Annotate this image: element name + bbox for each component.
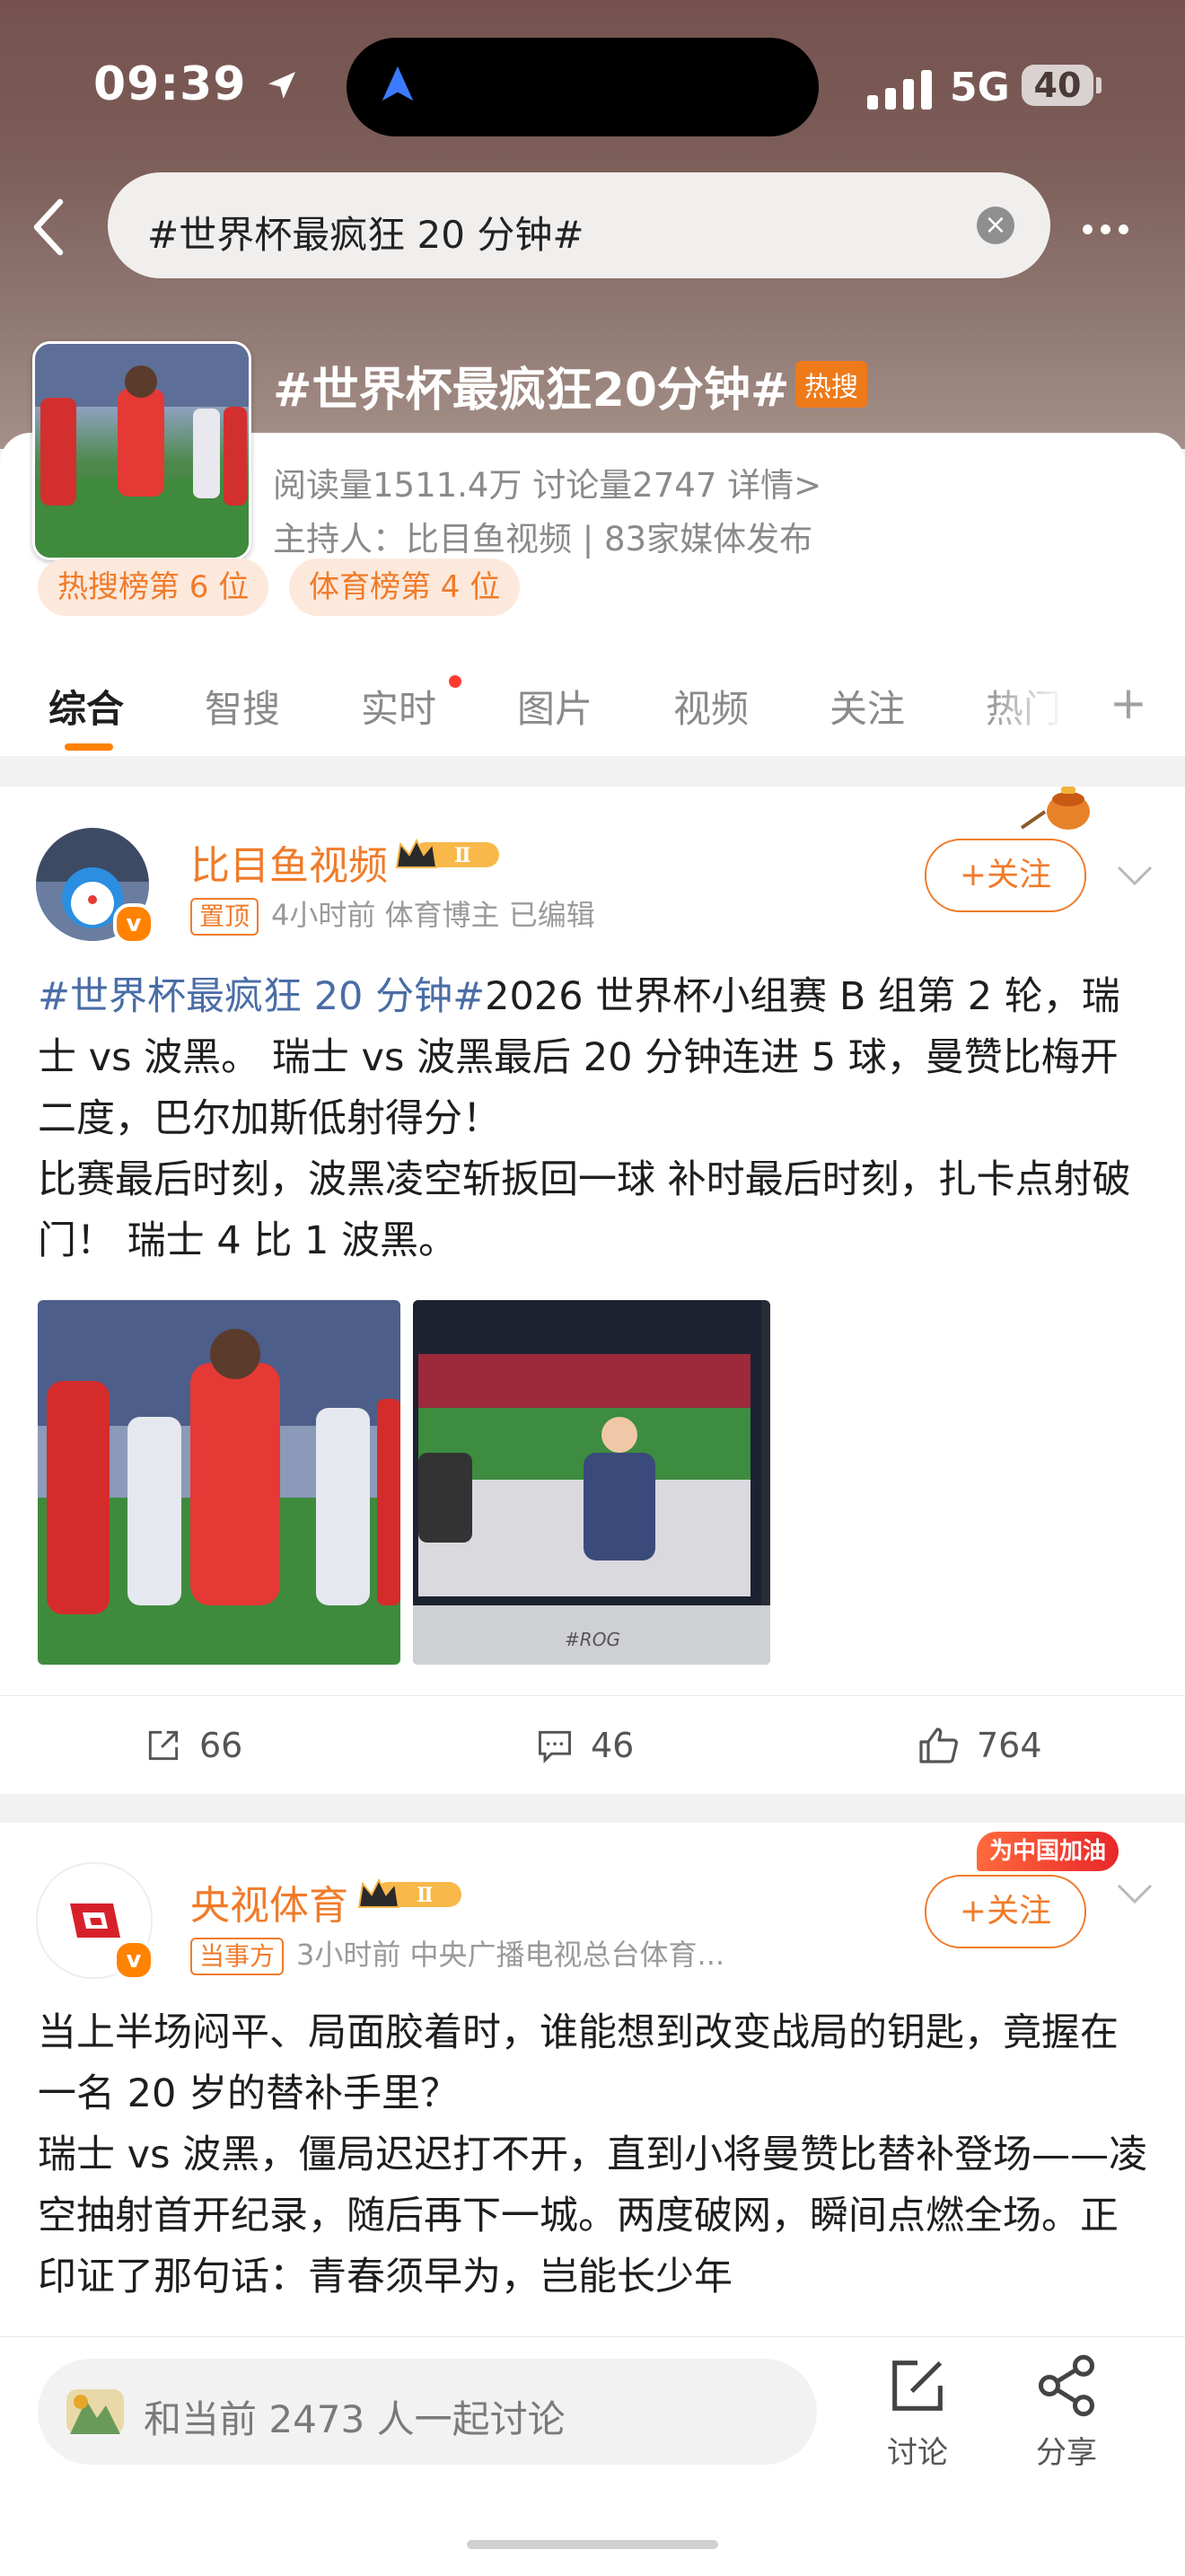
post-meta-text: 3小时前 中央广播电视总台体育...: [296, 1938, 725, 1972]
follow-button[interactable]: +关注: [925, 839, 1086, 912]
topic-stats[interactable]: 阅读量1511.4万 讨论量2747 详情>: [273, 458, 821, 506]
topic-host[interactable]: 主持人：比目鱼视频 | 83家媒体发布: [273, 512, 812, 560]
share-label: 分享: [1036, 2435, 1097, 2471]
thumbs-up-icon: [919, 1728, 958, 1763]
share-icon: [1038, 2354, 1095, 2417]
chevron-down-icon[interactable]: [1115, 862, 1154, 889]
repost-count: 66: [199, 1726, 243, 1765]
home-indicator: [467, 2540, 718, 2549]
chevron-down-icon[interactable]: [1115, 1880, 1154, 1907]
navigation-arrow-icon: [382, 66, 414, 101]
share-button[interactable]: 分享: [1032, 2352, 1101, 2472]
post-image-tv-broadcast[interactable]: #ROG: [413, 1300, 770, 1665]
tab-realtime[interactable]: 实时: [361, 679, 436, 734]
search-bar[interactable]: #世界杯最疯狂 20 分钟# ×: [108, 172, 1050, 278]
football-players-image: [35, 344, 249, 558]
like-button[interactable]: 764: [917, 1696, 1042, 1795]
topic-thumbnail[interactable]: [32, 341, 251, 560]
svg-text:#ROG: #ROG: [565, 1629, 620, 1650]
repost-button[interactable]: 66: [144, 1696, 242, 1795]
battery-icon: 40: [1022, 65, 1093, 106]
post-meta: 当事方 3小时前 中央广播电视总台体育...: [190, 1932, 724, 1975]
edit-icon: [892, 2361, 943, 2411]
sports-rank-pill[interactable]: 体育榜第 4 位: [289, 558, 521, 616]
topic-title: #世界杯最疯狂20分钟#: [273, 364, 790, 418]
author-name[interactable]: 央视体育: [190, 1873, 348, 1930]
follow-button[interactable]: +关注: [925, 1875, 1086, 1948]
post-card[interactable]: v 央视体育 Ⅱ 当事方 3小时前 中央广播电视总台体育... 为中国加油 +关注…: [0, 1823, 1185, 2343]
sticker-icon: [66, 2389, 124, 2434]
back-arrow-icon[interactable]: [25, 196, 72, 259]
tab-smart-search[interactable]: 智搜: [205, 679, 280, 734]
comment-count: 46: [591, 1726, 635, 1765]
like-count: 764: [977, 1726, 1042, 1765]
discuss-button[interactable]: 讨论: [883, 2352, 952, 2472]
search-query[interactable]: #世界杯最疯狂 20 分钟#: [147, 205, 584, 259]
tab-images[interactable]: 图片: [517, 679, 592, 734]
tab-comprehensive[interactable]: 综合: [48, 679, 124, 734]
battery-tip: [1096, 77, 1102, 93]
vip-level: Ⅱ: [454, 844, 471, 867]
post-text-1: 当上半场闷平、局面胶着时，谁能想到改变战局的钥匙，竟握在一名 20 岁的替补手里…: [38, 2010, 1119, 2116]
post-actions: 66 46 764: [0, 1695, 1185, 1795]
post-hashtag[interactable]: #世界杯最疯狂 20 分钟#: [38, 974, 485, 1019]
add-tab-icon[interactable]: +: [1110, 677, 1147, 729]
discussion-input[interactable]: 和当前 2473 人一起讨论: [38, 2359, 817, 2465]
realtime-notification-dot: [449, 675, 461, 688]
vip-level: Ⅱ: [417, 1884, 434, 1907]
discuss-label: 讨论: [887, 2435, 948, 2471]
post-body: 当上半场闷平、局面胶着时，谁能想到改变战局的钥匙，竟握在一名 20 岁的替补手里…: [38, 2002, 1151, 2308]
tab-fade: [979, 664, 1104, 754]
bottom-action-bar: 和当前 2473 人一起讨论 讨论 分享: [0, 2336, 1185, 2576]
network-type: 5G: [950, 65, 1010, 110]
vip-crown-icon: Ⅱ: [357, 1877, 461, 1908]
status-time: 09:39: [93, 57, 300, 111]
tab-videos[interactable]: 视频: [673, 679, 749, 734]
post-text-2: 比赛最后时刻，波黑凌空斩扳回一球 补时最后时刻，扎卡点射破门！ 瑞士 4 比 1…: [38, 1157, 1131, 1263]
post-text-2: 瑞士 vs 波黑，僵局迟迟打不开，直到小将曼赞比替补登场——凌空抽射首开纪录，随…: [38, 2132, 1148, 2299]
post-image-players[interactable]: [38, 1300, 400, 1665]
comment-button[interactable]: 46: [535, 1696, 634, 1795]
hot-rank-pill[interactable]: 热搜榜第 6 位: [38, 558, 269, 616]
signal-strength-icon: [867, 70, 932, 110]
cheer-china-badge: 为中国加油: [977, 1832, 1119, 1871]
clear-search-icon[interactable]: ×: [977, 207, 1014, 244]
discussion-placeholder[interactable]: 和当前 2473 人一起讨论: [144, 2389, 566, 2444]
tab-following[interactable]: 关注: [830, 679, 905, 734]
post-card[interactable]: v 比目鱼视频 Ⅱ 置顶 4小时前 体育博主 已编辑 +关注 #世界杯最疯狂 20…: [0, 787, 1185, 1794]
post-meta: 置顶 4小时前 体育博主 已编辑: [190, 892, 595, 936]
active-tab-indicator: [65, 743, 113, 751]
vip-crown-icon: Ⅱ: [395, 838, 499, 868]
comment-icon: [539, 1730, 571, 1764]
post-meta-text: 4小时前 体育博主 已编辑: [271, 898, 595, 932]
more-options-icon[interactable]: [1083, 221, 1137, 238]
repost-icon: [148, 1730, 179, 1761]
author-name[interactable]: 比目鱼视频: [190, 833, 388, 891]
party-tag: 当事方: [190, 1938, 285, 1975]
verified-badge-icon: v: [113, 1939, 154, 1981]
hot-pot-decoration-icon: [1020, 787, 1090, 830]
verified-badge-icon: v: [113, 903, 154, 945]
pinned-tag: 置顶: [190, 898, 259, 936]
post-body: #世界杯最疯狂 20 分钟#2026 世界杯小组赛 B 组第 2 轮，瑞士 vs…: [38, 966, 1151, 1271]
tab-bar: 综合 智搜 实时 图片 视频 关注 热门 +: [0, 664, 1185, 754]
hot-search-badge: 热搜: [795, 361, 867, 408]
